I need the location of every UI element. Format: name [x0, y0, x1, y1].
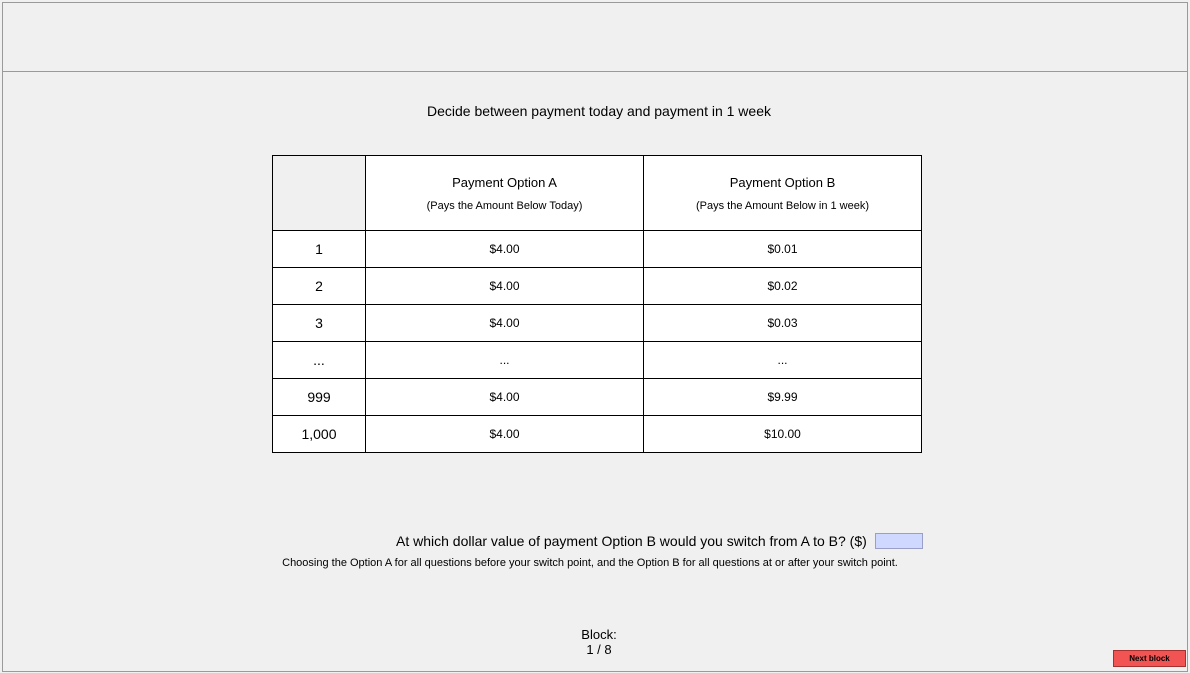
- block-label: Block:: [581, 627, 617, 642]
- option-b-amount: $9.99: [643, 378, 922, 416]
- option-a-amount: $4.00: [365, 230, 644, 268]
- option-b-amount: $0.03: [643, 304, 922, 342]
- row-number: 1,000: [272, 415, 366, 453]
- option-a-header: Payment Option A: [452, 174, 557, 190]
- table-corner-cell: [272, 155, 366, 231]
- top-bar: [3, 3, 1187, 72]
- option-b-header-cell: Payment Option B (Pays the Amount Below …: [643, 155, 922, 231]
- option-b-amount: $10.00: [643, 415, 922, 453]
- table-header-row: Payment Option A (Pays the Amount Below …: [272, 155, 922, 231]
- option-b-subheader: (Pays the Amount Below in 1 week): [695, 199, 870, 212]
- option-a-header-cell: Payment Option A (Pays the Amount Below …: [365, 155, 644, 231]
- option-b-amount: $0.02: [643, 267, 922, 305]
- row-number: ...: [272, 341, 366, 379]
- row-number: 1: [272, 230, 366, 268]
- option-a-amount: $4.00: [365, 304, 644, 342]
- option-b-header: Payment Option B: [729, 174, 836, 190]
- table-row: 999 $4.00 $9.99: [272, 378, 922, 416]
- option-a-amount: ...: [365, 341, 644, 379]
- option-a-amount: $4.00: [365, 267, 644, 305]
- row-number: 2: [272, 267, 366, 305]
- option-a-amount: $4.00: [365, 378, 644, 416]
- row-number: 999: [272, 378, 366, 416]
- switch-value-input[interactable]: [874, 533, 923, 549]
- table-row: 1 $4.00 $0.01: [272, 230, 922, 268]
- page-title: Decide between payment today and payment…: [427, 103, 771, 119]
- option-b-amount: ...: [643, 341, 922, 379]
- row-number: 3: [272, 304, 366, 342]
- table-row: 2 $4.00 $0.02: [272, 267, 922, 305]
- option-b-amount: $0.01: [643, 230, 922, 268]
- block-progress: 1 / 8: [586, 642, 612, 657]
- instruction-text: Choosing the Option A for all questions …: [282, 557, 898, 569]
- switch-question-text: At which dollar value of payment Option …: [396, 533, 867, 549]
- next-block-button[interactable]: Next block: [1113, 650, 1186, 667]
- option-a-amount: $4.00: [365, 415, 644, 453]
- table-row: 3 $4.00 $0.03: [272, 304, 922, 342]
- switch-question: At which dollar value of payment Option …: [396, 533, 923, 549]
- payment-options-table: Payment Option A (Pays the Amount Below …: [272, 155, 922, 453]
- option-a-subheader: (Pays the Amount Below Today): [426, 199, 583, 212]
- block-indicator: Block: 1 / 8: [0, 627, 1190, 657]
- table-row: 1,000 $4.00 $10.00: [272, 415, 922, 453]
- table-row: ... ... ...: [272, 341, 922, 379]
